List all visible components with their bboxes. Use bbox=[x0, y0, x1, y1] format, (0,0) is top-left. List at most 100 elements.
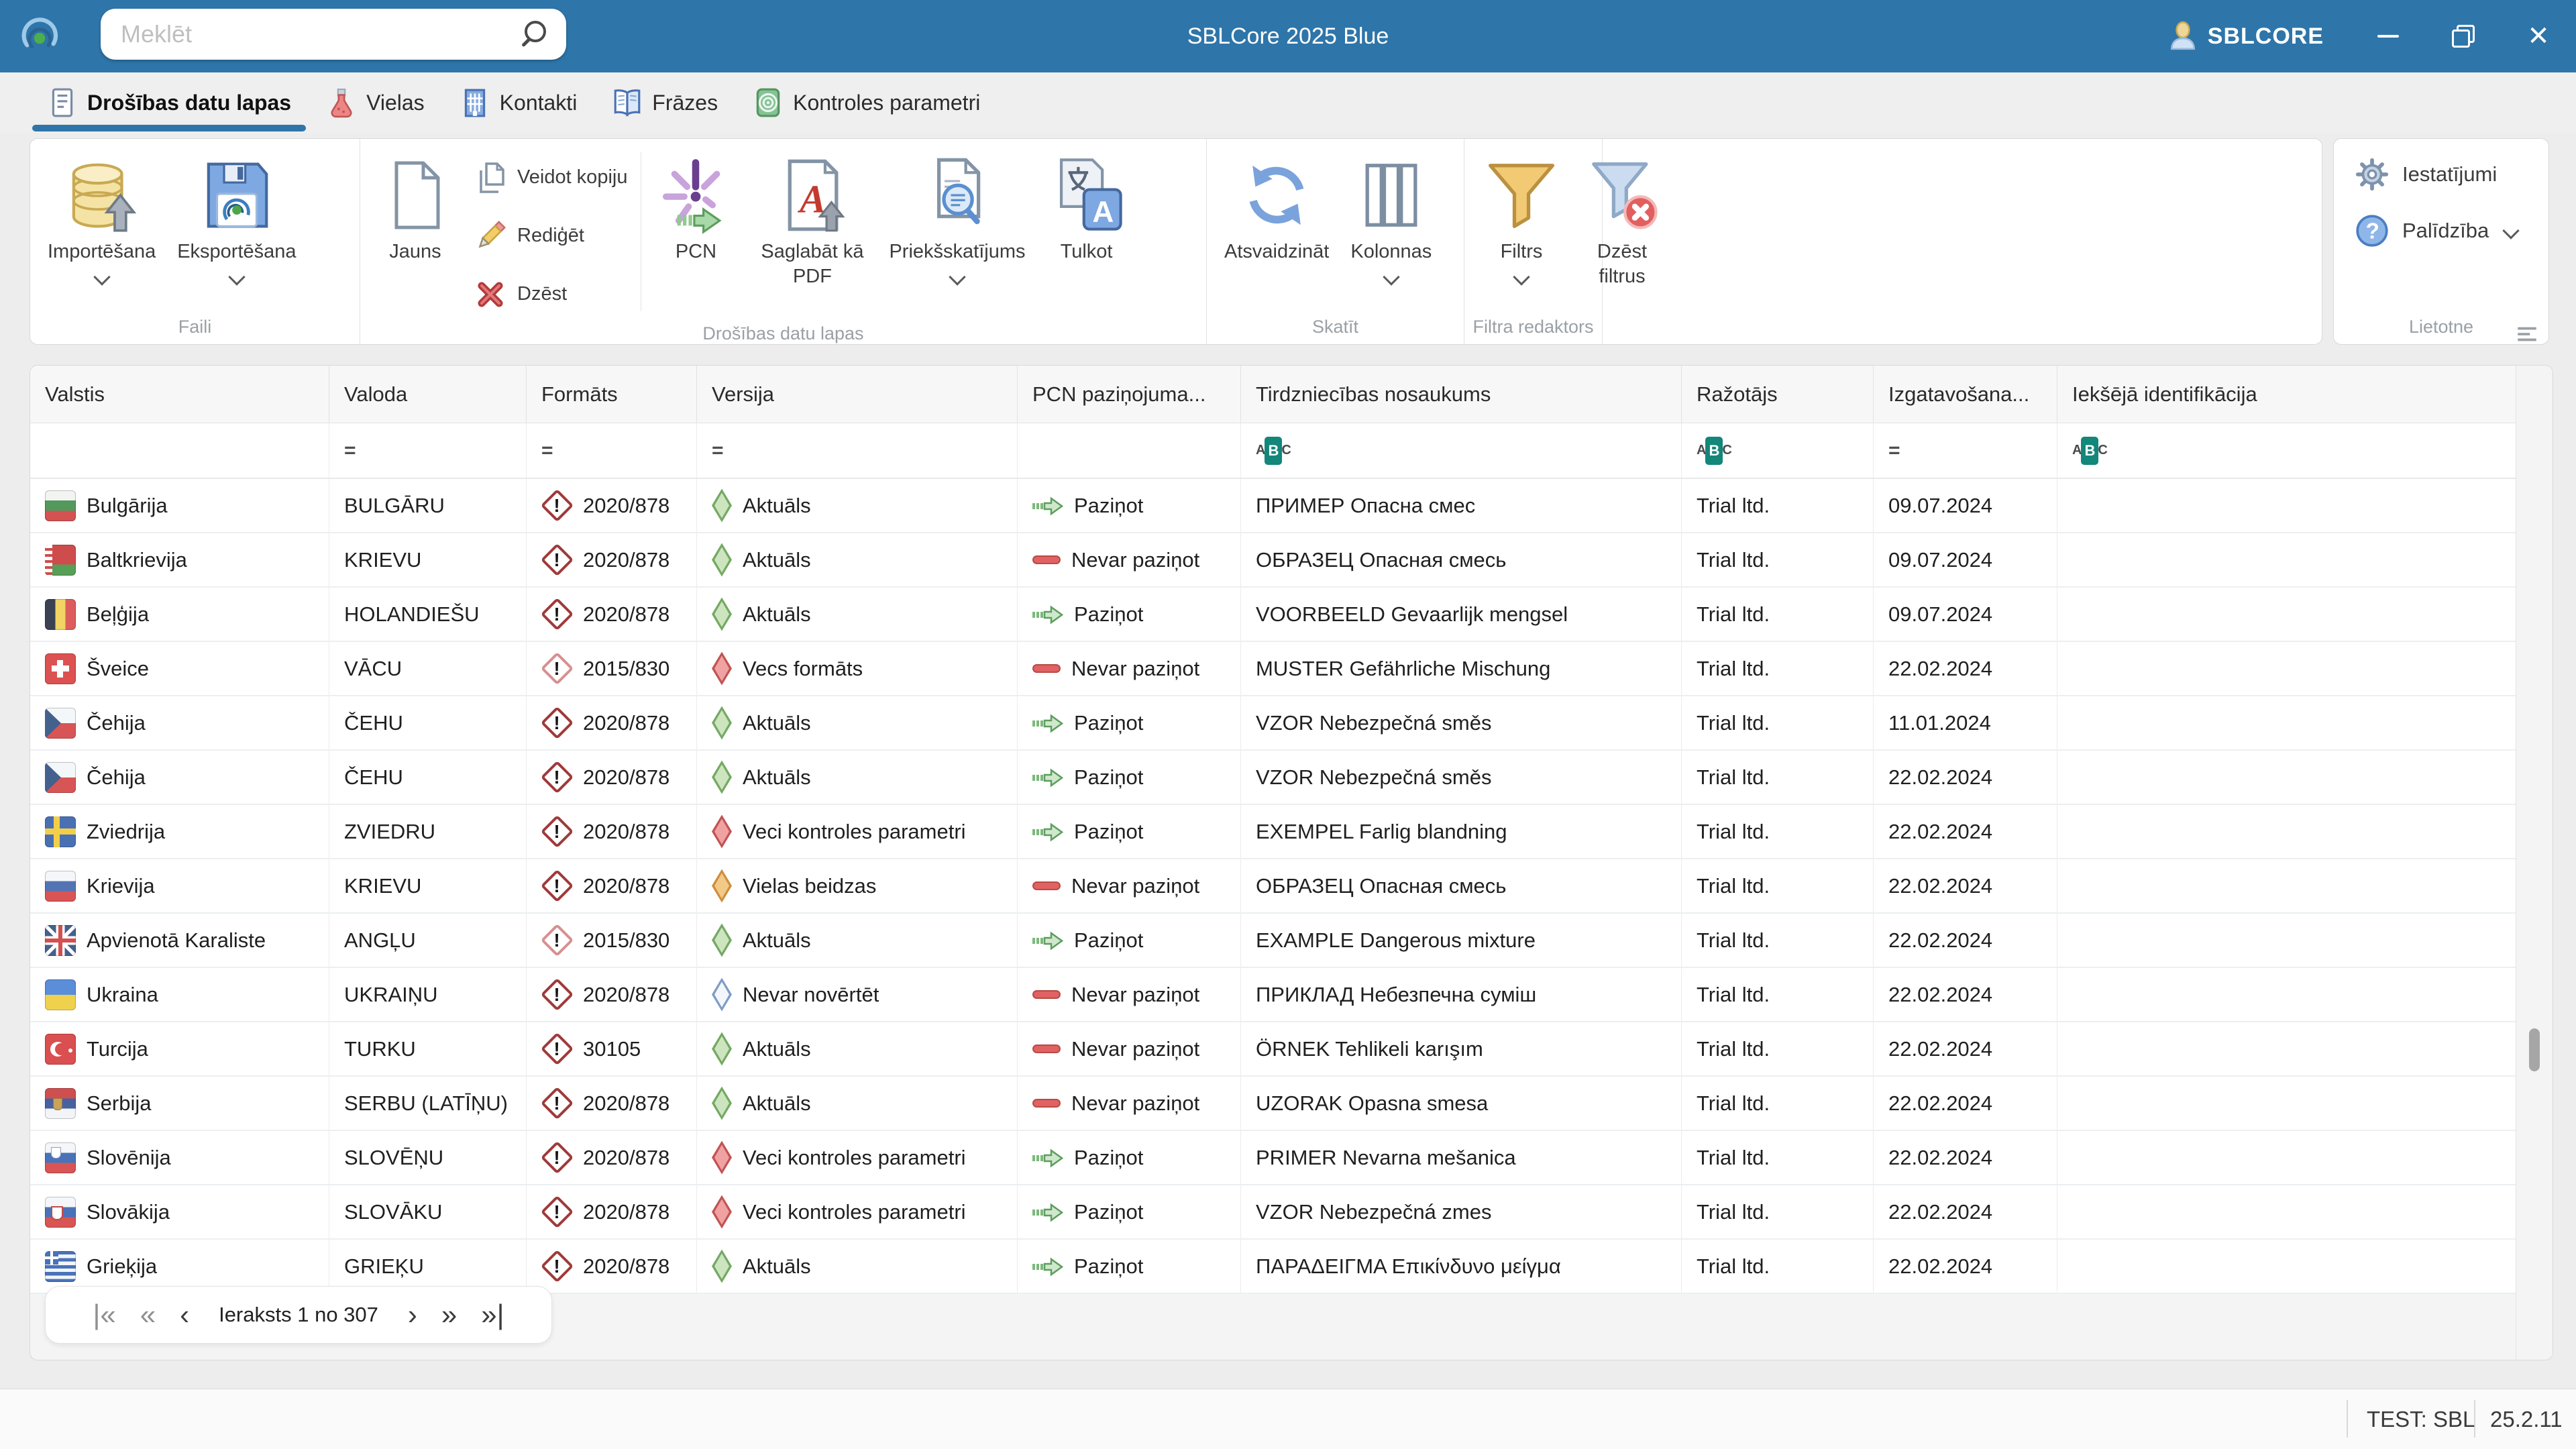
cell-pcn: Paziņot bbox=[1018, 588, 1241, 641]
table-row[interactable]: Bulgārija BULGĀRU! 2020/878 Aktuāls Paziņot П… bbox=[30, 479, 2518, 533]
pager-fast-prev-button[interactable]: « bbox=[128, 1287, 168, 1343]
country-name: Šveice bbox=[87, 656, 150, 680]
ribbon-group-footer: Lietotne bbox=[2334, 317, 2548, 344]
column-header-valstis[interactable]: Valstis bbox=[30, 366, 329, 423]
cell-trade-name: EXEMPEL Farlig blandning bbox=[1241, 805, 1682, 858]
ribbon-button-priekskatijums[interactable]: Priekšskatījums bbox=[878, 147, 1036, 286]
equals-filter-icon[interactable]: = bbox=[712, 439, 723, 462]
ribbon-button-filtrs[interactable]: Filtrs bbox=[1471, 147, 1572, 286]
search-input[interactable] bbox=[101, 20, 519, 48]
column-header-razotajs[interactable]: Ražotājs bbox=[1682, 366, 1874, 423]
tab-kontakti[interactable]: Kontakti bbox=[442, 72, 595, 133]
search-icon[interactable] bbox=[519, 19, 549, 49]
format-value: 2020/878 bbox=[583, 765, 670, 789]
table-row[interactable]: Šveice VĀCU! 2015/830 Vecs formāts Nevar paz… bbox=[30, 642, 2518, 696]
column-header-ieksejas-identifikacija[interactable]: Iekšējā identifikācija bbox=[2057, 366, 2518, 423]
filter-cell-tirdzniecibas-nosaukums[interactable]: ABC bbox=[1241, 423, 1682, 478]
filter-cell-versija[interactable]: = bbox=[697, 423, 1018, 478]
ribbon-button-pcn[interactable]: PCN bbox=[645, 147, 746, 264]
table-row[interactable]: Ukraina UKRAIŅU! 2020/878 Nevar novērtēt Nev… bbox=[30, 968, 2518, 1022]
equals-filter-icon[interactable]: = bbox=[541, 439, 553, 462]
language-name: HOLANDIEŠU bbox=[344, 602, 480, 626]
search-box[interactable] bbox=[101, 9, 566, 60]
filter-cell-valoda[interactable]: = bbox=[329, 423, 527, 478]
equals-filter-icon[interactable]: = bbox=[1888, 439, 1900, 462]
vertical-scrollbar[interactable] bbox=[2516, 366, 2553, 1360]
scrollbar-thumb[interactable] bbox=[2529, 1028, 2540, 1071]
column-header-versija[interactable]: Versija bbox=[697, 366, 1018, 423]
table-row[interactable]: Slovākija SLOVĀKU! 2020/878 Veci kontroles … bbox=[30, 1185, 2518, 1240]
country-name: Grieķija bbox=[87, 1254, 158, 1278]
table-row[interactable]: Beļģija HOLANDIEŠU! 2020/878 Aktuāls Paziņot… bbox=[30, 588, 2518, 642]
close-button[interactable]: ✕ bbox=[2501, 0, 2576, 72]
filter-cell-valstis[interactable] bbox=[30, 423, 329, 478]
table-row[interactable]: Slovēnija SLOVĒŅU! 2020/878 Veci kontroles … bbox=[30, 1131, 2518, 1185]
ribbon-button-dzest[interactable]: Dzēst bbox=[464, 265, 637, 323]
format-value: 2020/878 bbox=[583, 547, 670, 572]
ribbon-button-palidziba[interactable]: ? Palīdzība bbox=[2354, 213, 2548, 249]
ribbon-button-eksportesana[interactable]: Eksportēšana bbox=[166, 147, 307, 286]
ribbon-button-rediget[interactable]: Rediģēt bbox=[464, 207, 637, 265]
pager-prev-button[interactable]: ‹ bbox=[168, 1287, 201, 1343]
cell-trade-name: VZOR Nebezpečná zmes bbox=[1241, 1185, 1682, 1238]
equals-filter-icon[interactable]: = bbox=[344, 439, 356, 462]
ribbon-button-importesana[interactable]: Importēšana bbox=[37, 147, 166, 286]
ribbon-group-filtra-redaktors: Filtrs Dzēst filtrus Filtra redaktors bbox=[1464, 139, 1658, 344]
pcn-notify-icon bbox=[1032, 1256, 1063, 1277]
column-header-label: PCN paziņojuma... bbox=[1032, 382, 1206, 406]
tab-vielas[interactable]: Vielas bbox=[309, 72, 442, 133]
ribbon-button-atsvaidzinat[interactable]: Atsvaidzināt bbox=[1214, 147, 1340, 264]
minimize-button[interactable] bbox=[2351, 0, 2426, 72]
cell-manufacturer: Trial ltd. bbox=[1682, 914, 1874, 967]
pager-fast-next-button[interactable]: » bbox=[429, 1287, 469, 1343]
table-row[interactable]: Turcija TURKU! 30105 Aktuāls Nevar paziņot ÖR… bbox=[30, 1022, 2518, 1077]
table-row[interactable]: Čehija ČEHU! 2020/878 Aktuāls Paziņot VZOR Ne… bbox=[30, 751, 2518, 805]
cell-manufacturer: Trial ltd. bbox=[1682, 1185, 1874, 1238]
table-row[interactable]: Serbija SERBU (LATĪŅU)! 2020/878 Aktuāls Nev… bbox=[30, 1077, 2518, 1131]
cell-format: ! 2015/830 bbox=[527, 914, 697, 967]
ribbon-button-jauns[interactable]: Jauns bbox=[367, 147, 464, 264]
filter-cell-pcn[interactable] bbox=[1018, 423, 1241, 478]
table-row[interactable]: Zviedrija ZVIEDRU! 2020/878 Veci kontroles … bbox=[30, 805, 2518, 859]
trade-name: MUSTER Gefährliche Mischung bbox=[1256, 656, 1551, 680]
abc-filter-icon[interactable]: ABC bbox=[2072, 436, 2108, 465]
filter-cell-formats[interactable]: = bbox=[527, 423, 697, 478]
column-header-valoda[interactable]: Valoda bbox=[329, 366, 527, 423]
ribbon-button-saglabat-ka-pdf[interactable]: A Saglabāt kā PDF bbox=[746, 147, 878, 289]
table-row[interactable]: Krievija KRIEVU! 2020/878 Vielas beidzas Nev… bbox=[30, 859, 2518, 914]
abc-filter-icon[interactable]: ABC bbox=[1256, 436, 1291, 465]
cell-date: 22.02.2024 bbox=[1874, 859, 2057, 912]
flag-gr-icon bbox=[45, 1250, 76, 1282]
column-header-izgatavosana[interactable]: Izgatavošana... bbox=[1874, 366, 2057, 423]
abc-filter-icon[interactable]: ABC bbox=[1697, 436, 1732, 465]
data-grid: Valstis Valoda Formāts Versija PCN paziņojum… bbox=[30, 365, 2553, 1360]
ribbon-button-kolonnas[interactable]: Kolonnas bbox=[1340, 147, 1442, 286]
cell-date: 22.02.2024 bbox=[1874, 1022, 2057, 1075]
table-row[interactable]: Baltkrievija KRIEVU! 2020/878 Aktuāls Nevar … bbox=[30, 533, 2518, 588]
filter-cell-razotajs[interactable]: ABC bbox=[1682, 423, 1874, 478]
restore-button[interactable] bbox=[2426, 0, 2501, 72]
ribbon-button-iestatijumi[interactable]: Iestatījumi bbox=[2354, 156, 2548, 193]
tab-kontroles-parametri[interactable]: Kontroles parametri bbox=[735, 72, 998, 133]
column-header-tirdzniecibas-nosaukums[interactable]: Tirdzniecības nosaukums bbox=[1241, 366, 1682, 423]
ribbon-button-tulkot[interactable]: A Tulkot bbox=[1036, 147, 1137, 264]
pager-next-button[interactable]: › bbox=[396, 1287, 429, 1343]
cell-pcn: Paziņot bbox=[1018, 914, 1241, 967]
ribbon-options-icon[interactable] bbox=[2515, 324, 2539, 343]
column-header-pcn[interactable]: PCN paziņojuma... bbox=[1018, 366, 1241, 423]
ribbon-button-veidot-kopiju[interactable]: Veidot kopiju bbox=[464, 148, 637, 207]
pager-first-button[interactable]: |« bbox=[80, 1287, 127, 1343]
filter-cell-ieksejas-identifikacija[interactable]: ABC bbox=[2057, 423, 2518, 478]
user-account[interactable]: SBLCORE bbox=[2167, 21, 2324, 52]
table-row[interactable]: Čehija ČEHU! 2020/878 Aktuāls Paziņot VZOR Ne… bbox=[30, 696, 2518, 751]
filter-cell-izgatavosana[interactable]: = bbox=[1874, 423, 2057, 478]
format-warning-icon: ! bbox=[541, 490, 572, 521]
table-row[interactable]: Apvienotā Karaliste ANGĻU! 2015/830 Aktuāls… bbox=[30, 914, 2518, 968]
pager-last-button[interactable]: »| bbox=[469, 1287, 516, 1343]
import-icon bbox=[62, 151, 142, 239]
pcn-cannot-icon bbox=[1032, 990, 1061, 999]
column-header-formats[interactable]: Formāts bbox=[527, 366, 697, 423]
close-icon: ✕ bbox=[2527, 21, 2550, 51]
tab-drosibas-datu-lapas[interactable]: Drošības datu lapas bbox=[30, 72, 309, 133]
tab-frazes[interactable]: Frāzes bbox=[594, 72, 735, 133]
